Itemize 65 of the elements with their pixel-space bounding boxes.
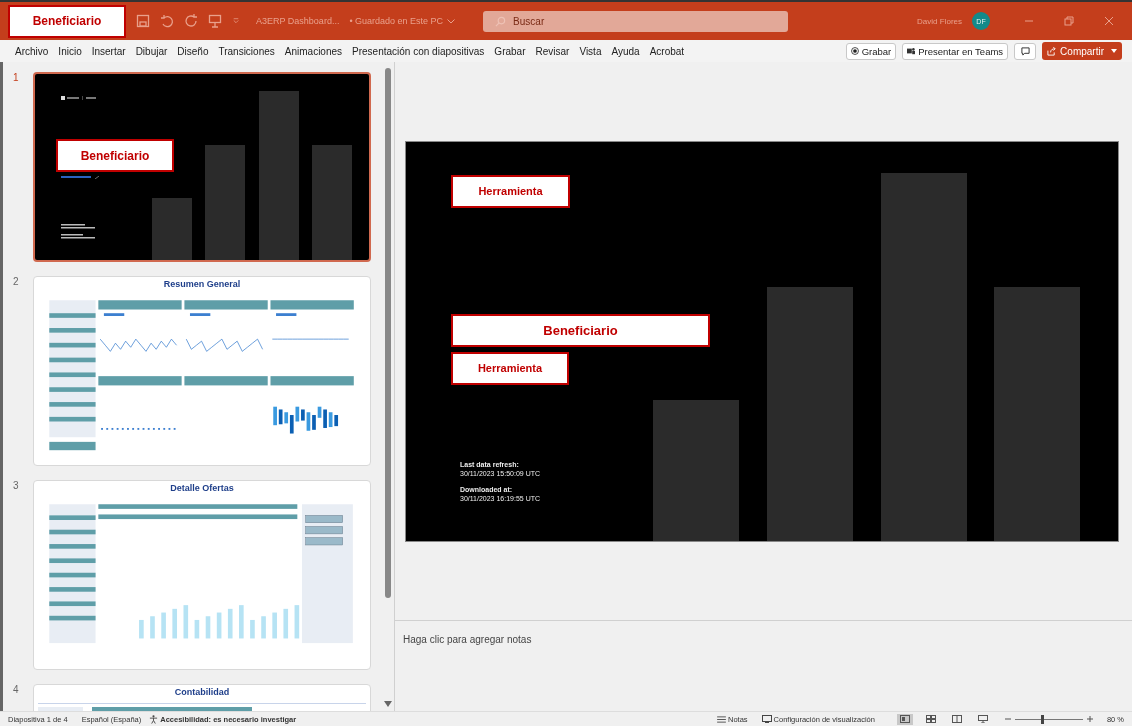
user-name: David Flores <box>917 16 962 26</box>
slide-title: Contabilidad <box>174 687 230 697</box>
search-icon <box>495 15 507 27</box>
undo-icon[interactable] <box>160 14 174 28</box>
close-icon <box>1104 16 1114 26</box>
menu-tab[interactable]: Grabar <box>489 45 531 57</box>
menu-tab[interactable]: Animaciones <box>279 45 348 57</box>
menu-tab[interactable]: Inicio <box>53 45 87 57</box>
menu-tab[interactable]: Transiciones <box>213 45 280 57</box>
comment-icon <box>1020 46 1030 56</box>
slide-thumbnail[interactable]: Beneficiario <box>33 72 371 262</box>
menu-tab[interactable]: Dibujar <box>130 45 173 57</box>
notes-field[interactable]: Haga clic para agregar notas <box>401 633 705 646</box>
annotation-label: Herramienta <box>451 351 569 385</box>
accessibility-icon <box>149 714 159 724</box>
chart-bar <box>152 198 192 260</box>
slide-thumbnail[interactable]: Detalle Ofertas <box>33 480 371 670</box>
caret-icon <box>1111 49 1117 53</box>
share-button[interactable]: Compartir <box>1042 42 1122 60</box>
zoom-thumb[interactable] <box>1041 714 1045 724</box>
grid-icon <box>925 715 936 723</box>
menu-tab[interactable]: Presentación con diapositivas <box>347 45 490 57</box>
scrollbar-thumb[interactable] <box>385 68 391 598</box>
present-button[interactable]: Presentar en Teams <box>902 42 1009 60</box>
annotation-label: Beneficiario <box>8 4 126 38</box>
monitor-icon <box>761 715 772 723</box>
document-title: A3ERP Dashboard... <box>256 16 340 26</box>
slide-number: 1 <box>13 72 20 85</box>
annotation-label: Herramienta <box>451 174 570 208</box>
presentation-icon <box>977 715 988 723</box>
comment-button[interactable] <box>1014 42 1037 60</box>
slide-thumbnail[interactable]: Resumen General <box>33 276 371 466</box>
menu-tab[interactable]: Archivo <box>10 45 54 57</box>
slide-title: Detalle Ofertas <box>170 483 234 493</box>
annotation-label: Beneficiario <box>451 313 710 347</box>
save-icon[interactable] <box>136 14 150 28</box>
restore-icon <box>1064 16 1074 26</box>
slide-thumbnail[interactable]: Contabilidad <box>33 684 371 711</box>
plus-icon[interactable] <box>1086 716 1093 722</box>
menu-tab[interactable]: Insertar <box>86 45 131 57</box>
annotation-label: Beneficiario <box>56 139 174 172</box>
share-icon <box>1047 46 1057 56</box>
record-button[interactable]: Grabar <box>845 42 897 60</box>
record-icon <box>850 47 859 55</box>
menu-tab[interactable]: Acrobat <box>644 45 690 57</box>
book-icon <box>951 715 962 723</box>
scroll-down-icon[interactable] <box>384 701 392 707</box>
slide-number: 4 <box>13 684 20 697</box>
slide-title: Resumen General <box>163 279 241 289</box>
link-drawing <box>61 176 101 179</box>
chevron-down-icon[interactable] <box>447 18 456 24</box>
teams-icon <box>907 47 916 55</box>
search-field[interactable]: Buscar <box>483 10 789 32</box>
menu-tab[interactable]: Ayuda <box>606 45 645 57</box>
minus-icon[interactable] <box>1004 716 1011 722</box>
normal-view-icon <box>899 715 910 723</box>
menu-tab[interactable]: Vista <box>574 45 607 57</box>
view-button[interactable] <box>896 713 913 725</box>
notes-icon <box>717 715 726 723</box>
menu-tab[interactable]: Diseño <box>172 45 214 57</box>
slide-number: 2 <box>13 276 20 289</box>
menu-tab[interactable]: Revisar <box>530 45 575 57</box>
redo-icon[interactable] <box>184 14 198 28</box>
slide-number: 3 <box>13 480 20 493</box>
presentation-icon[interactable] <box>208 14 222 28</box>
